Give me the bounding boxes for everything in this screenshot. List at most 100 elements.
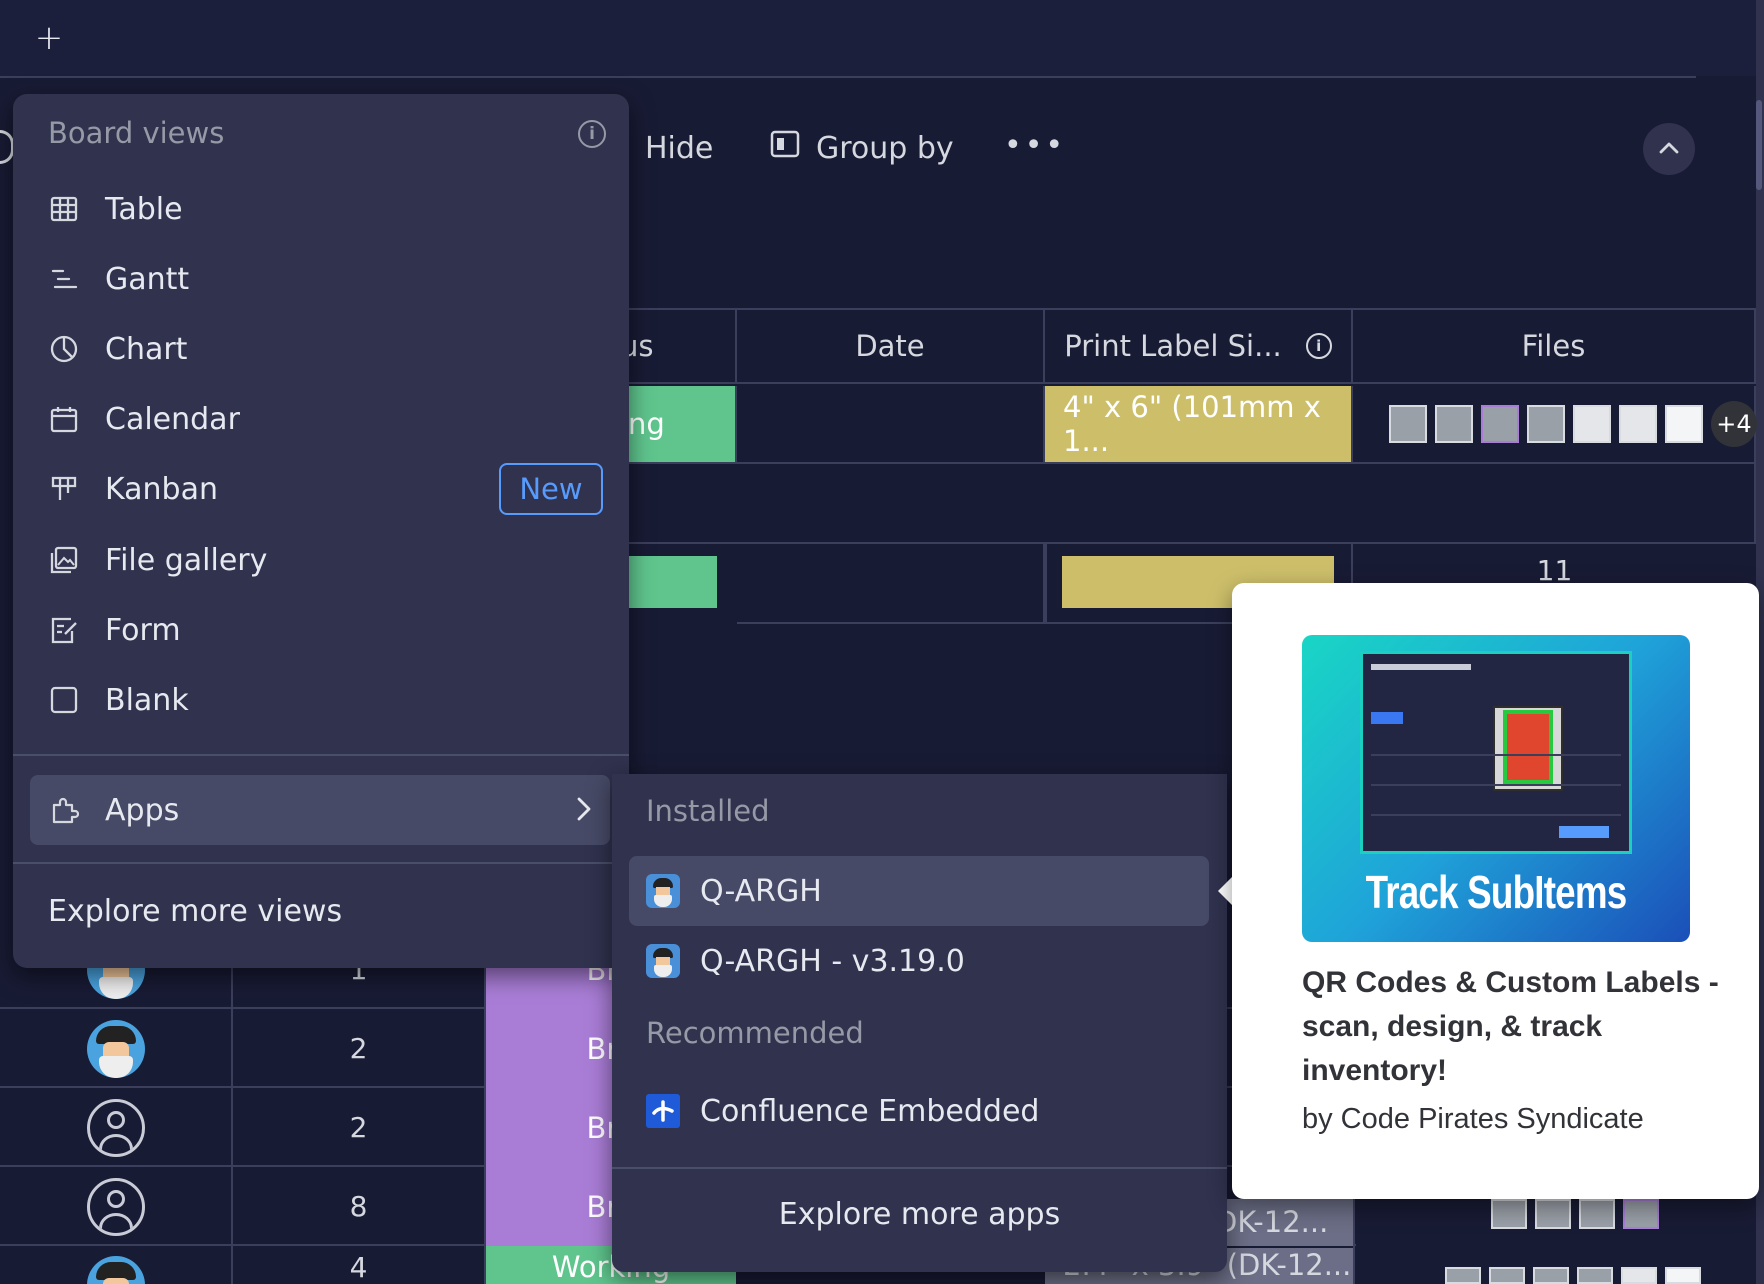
group-by-button[interactable]: Group by bbox=[770, 128, 954, 168]
file-thumbnail[interactable] bbox=[1621, 1267, 1657, 1284]
more-files-badge[interactable]: +4 bbox=[1711, 401, 1757, 447]
explore-more-apps-link[interactable]: Explore more apps bbox=[612, 1197, 1227, 1232]
preview-caption: Track SubItems bbox=[1365, 866, 1628, 918]
menu-item-apps[interactable]: Apps bbox=[30, 775, 610, 845]
menu-item-form[interactable]: Form bbox=[30, 600, 620, 660]
menu-item-label: Form bbox=[105, 612, 181, 648]
person-cell[interactable] bbox=[0, 1088, 231, 1167]
date-summary-cell bbox=[737, 544, 1045, 624]
explore-more-views-link[interactable]: Explore more views bbox=[48, 894, 342, 929]
chevron-up-icon bbox=[1658, 140, 1680, 159]
app-name: Q-ARGH - v3.19.0 bbox=[700, 943, 965, 979]
recommended-section-label: Recommended bbox=[646, 1016, 864, 1050]
menu-item-label: Chart bbox=[105, 331, 188, 367]
column-header-label: Files bbox=[1521, 329, 1586, 363]
gantt-icon bbox=[49, 264, 79, 294]
number-cell[interactable]: 2 bbox=[231, 1009, 486, 1088]
divider bbox=[13, 754, 629, 756]
table-spacer bbox=[620, 464, 1756, 544]
number-cell[interactable]: 4 bbox=[231, 1246, 486, 1284]
empty-avatar-icon[interactable] bbox=[86, 1177, 145, 1236]
empty-avatar-icon[interactable] bbox=[86, 1098, 145, 1157]
blank-icon bbox=[49, 685, 79, 715]
divider bbox=[13, 862, 629, 864]
files-cell[interactable]: +4 bbox=[1353, 386, 1757, 464]
menu-item-calendar[interactable]: Calendar bbox=[30, 389, 620, 449]
menu-item-label: File gallery bbox=[105, 542, 268, 578]
menu-item-table[interactable]: Table bbox=[30, 179, 620, 239]
person-cell[interactable] bbox=[0, 1009, 231, 1088]
file-thumbnail[interactable] bbox=[1491, 1199, 1527, 1229]
print-label-cell[interactable]: 4" x 6" (101mm x 1... bbox=[1045, 386, 1353, 464]
file-thumbnail[interactable] bbox=[1577, 1267, 1613, 1284]
file-thumbnail[interactable] bbox=[1527, 405, 1565, 443]
file-thumbnail[interactable] bbox=[1573, 405, 1611, 443]
puzzle-icon bbox=[49, 795, 79, 825]
files-cell[interactable] bbox=[1353, 1199, 1756, 1284]
menu-item-label: Kanban bbox=[105, 471, 218, 507]
add-view-button[interactable]: + bbox=[34, 18, 64, 58]
installed-section-label: Installed bbox=[646, 794, 770, 828]
file-thumbnail[interactable] bbox=[1665, 1267, 1701, 1284]
file-thumbnail[interactable] bbox=[1619, 405, 1657, 443]
menu-item-gantt[interactable]: Gantt bbox=[30, 249, 620, 309]
status-summary-bar bbox=[620, 556, 717, 608]
number-cell[interactable]: 2 bbox=[231, 1088, 486, 1167]
menu-item-kanban[interactable]: Kanban New bbox=[30, 459, 620, 519]
number-cell[interactable]: 8 bbox=[231, 1167, 486, 1246]
info-icon[interactable]: i bbox=[578, 120, 606, 148]
file-thumbnail[interactable] bbox=[1481, 405, 1519, 443]
hide-label: Hide bbox=[645, 130, 714, 166]
file-thumbnail[interactable] bbox=[1579, 1199, 1615, 1229]
file-thumbnail[interactable] bbox=[1435, 405, 1473, 443]
app-name: Q-ARGH bbox=[700, 873, 822, 909]
file-thumbnail[interactable] bbox=[1665, 405, 1703, 443]
column-header-label: Print Label Si... bbox=[1064, 329, 1282, 363]
avatar[interactable] bbox=[86, 1019, 145, 1078]
status-cell[interactable]: ing bbox=[620, 386, 737, 464]
print-label-value: 4" x 6" (101mm x 1... bbox=[1063, 390, 1321, 458]
person-cell[interactable] bbox=[0, 1167, 231, 1246]
app-item-q-argh-v3[interactable]: Q-ARGH - v3.19.0 bbox=[629, 926, 1209, 996]
file-thumbnail[interactable] bbox=[1445, 1267, 1481, 1284]
avatar[interactable] bbox=[86, 1256, 145, 1284]
file-thumbnail[interactable] bbox=[1535, 1199, 1571, 1229]
file-thumbnail[interactable] bbox=[1623, 1199, 1659, 1229]
file-thumbnail[interactable] bbox=[1389, 405, 1427, 443]
file-thumbnail[interactable] bbox=[1489, 1267, 1525, 1284]
board-views-menu: Board views i Table Gantt Chart Calendar… bbox=[13, 94, 629, 968]
column-header-files[interactable]: Files bbox=[1353, 308, 1756, 384]
column-header-date[interactable]: Date bbox=[737, 308, 1045, 384]
kanban-icon bbox=[49, 474, 79, 504]
person-cell[interactable] bbox=[0, 1246, 231, 1284]
app-preview-card: Track SubItems QR Codes & Custom Labels … bbox=[1232, 583, 1759, 1199]
menu-item-blank[interactable]: Blank bbox=[30, 670, 620, 730]
hide-button[interactable]: Hide bbox=[645, 128, 713, 168]
menu-item-file-gallery[interactable]: File gallery bbox=[30, 530, 620, 590]
chevron-right-icon bbox=[576, 795, 592, 830]
app-item-q-argh[interactable]: Q-ARGH bbox=[629, 856, 1209, 926]
q-argh-app-icon bbox=[646, 944, 680, 978]
menu-item-label: Blank bbox=[105, 682, 189, 718]
app-screenshot bbox=[1360, 651, 1632, 854]
app-author: by Code Pirates Syndicate bbox=[1302, 1103, 1644, 1135]
group-by-label: Group by bbox=[816, 130, 954, 166]
app-name: Confluence Embedded bbox=[700, 1093, 1040, 1129]
more-options-button[interactable]: ••• bbox=[1004, 128, 1066, 163]
person-filter-icon[interactable] bbox=[0, 130, 14, 164]
form-icon bbox=[49, 615, 79, 645]
new-badge: New bbox=[499, 463, 603, 515]
menu-item-chart[interactable]: Chart bbox=[30, 319, 620, 379]
column-header-status[interactable]: us bbox=[620, 308, 737, 384]
app-title: QR Codes & Custom Labels - scan, design,… bbox=[1302, 966, 1719, 1087]
scrollbar-thumb[interactable] bbox=[1756, 100, 1762, 190]
apps-submenu: Installed Q-ARGH Q-ARGH - v3.19.0 Recomm… bbox=[612, 774, 1227, 1272]
app-item-confluence[interactable]: Confluence Embedded bbox=[629, 1076, 1209, 1146]
collapse-button[interactable] bbox=[1643, 123, 1695, 175]
file-thumbnail[interactable] bbox=[1533, 1267, 1569, 1284]
date-cell[interactable] bbox=[737, 386, 1045, 464]
menu-item-label: Apps bbox=[105, 792, 180, 828]
column-header-print-label[interactable]: Print Label Si... i bbox=[1045, 308, 1353, 384]
app-preview-image: Track SubItems bbox=[1302, 635, 1690, 942]
info-icon[interactable]: i bbox=[1305, 333, 1332, 359]
